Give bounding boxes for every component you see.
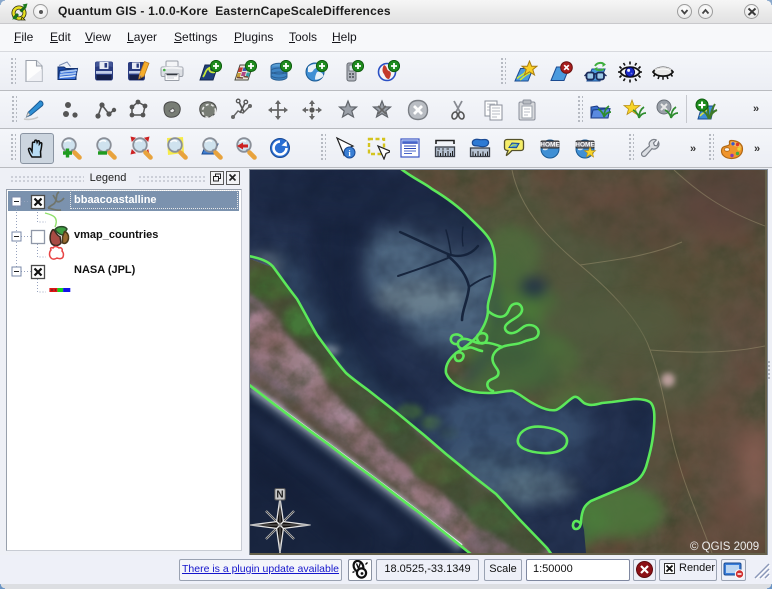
svg-text:HOME: HOME (575, 142, 595, 149)
svg-text:© QGIS 2009: © QGIS 2009 (690, 541, 759, 553)
svg-text:N: N (276, 489, 283, 500)
svg-text:HOME: HOME (540, 142, 560, 149)
